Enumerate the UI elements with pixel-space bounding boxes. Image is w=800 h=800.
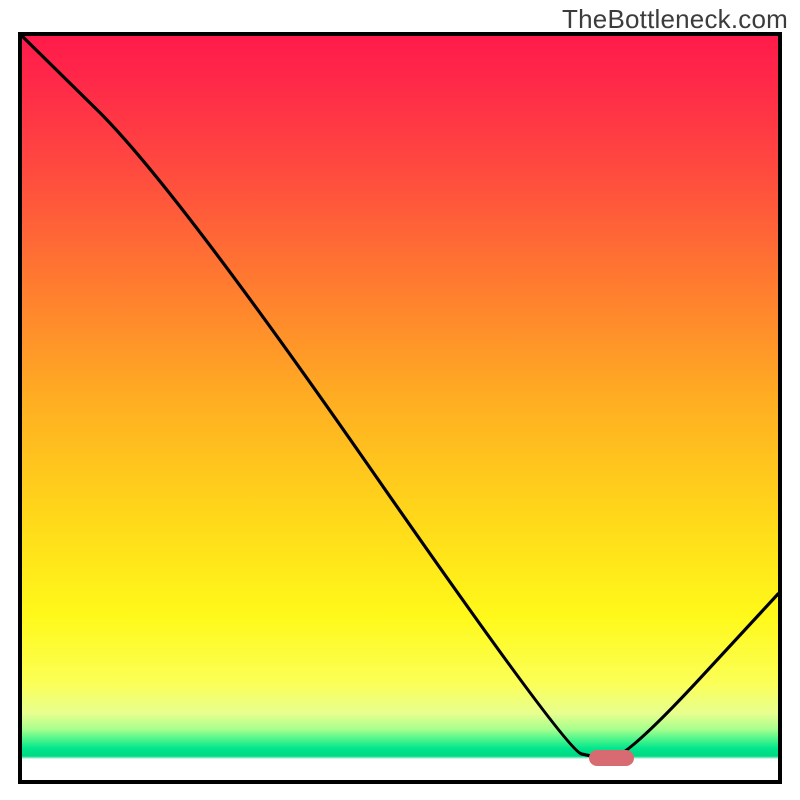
watermark-text: TheBottleneck.com (562, 4, 788, 35)
curve-path (22, 36, 778, 758)
chart-container: TheBottleneck.com (0, 0, 800, 800)
optimal-range-marker (589, 750, 634, 766)
bottleneck-curve (22, 36, 778, 780)
plot-frame (18, 32, 782, 784)
